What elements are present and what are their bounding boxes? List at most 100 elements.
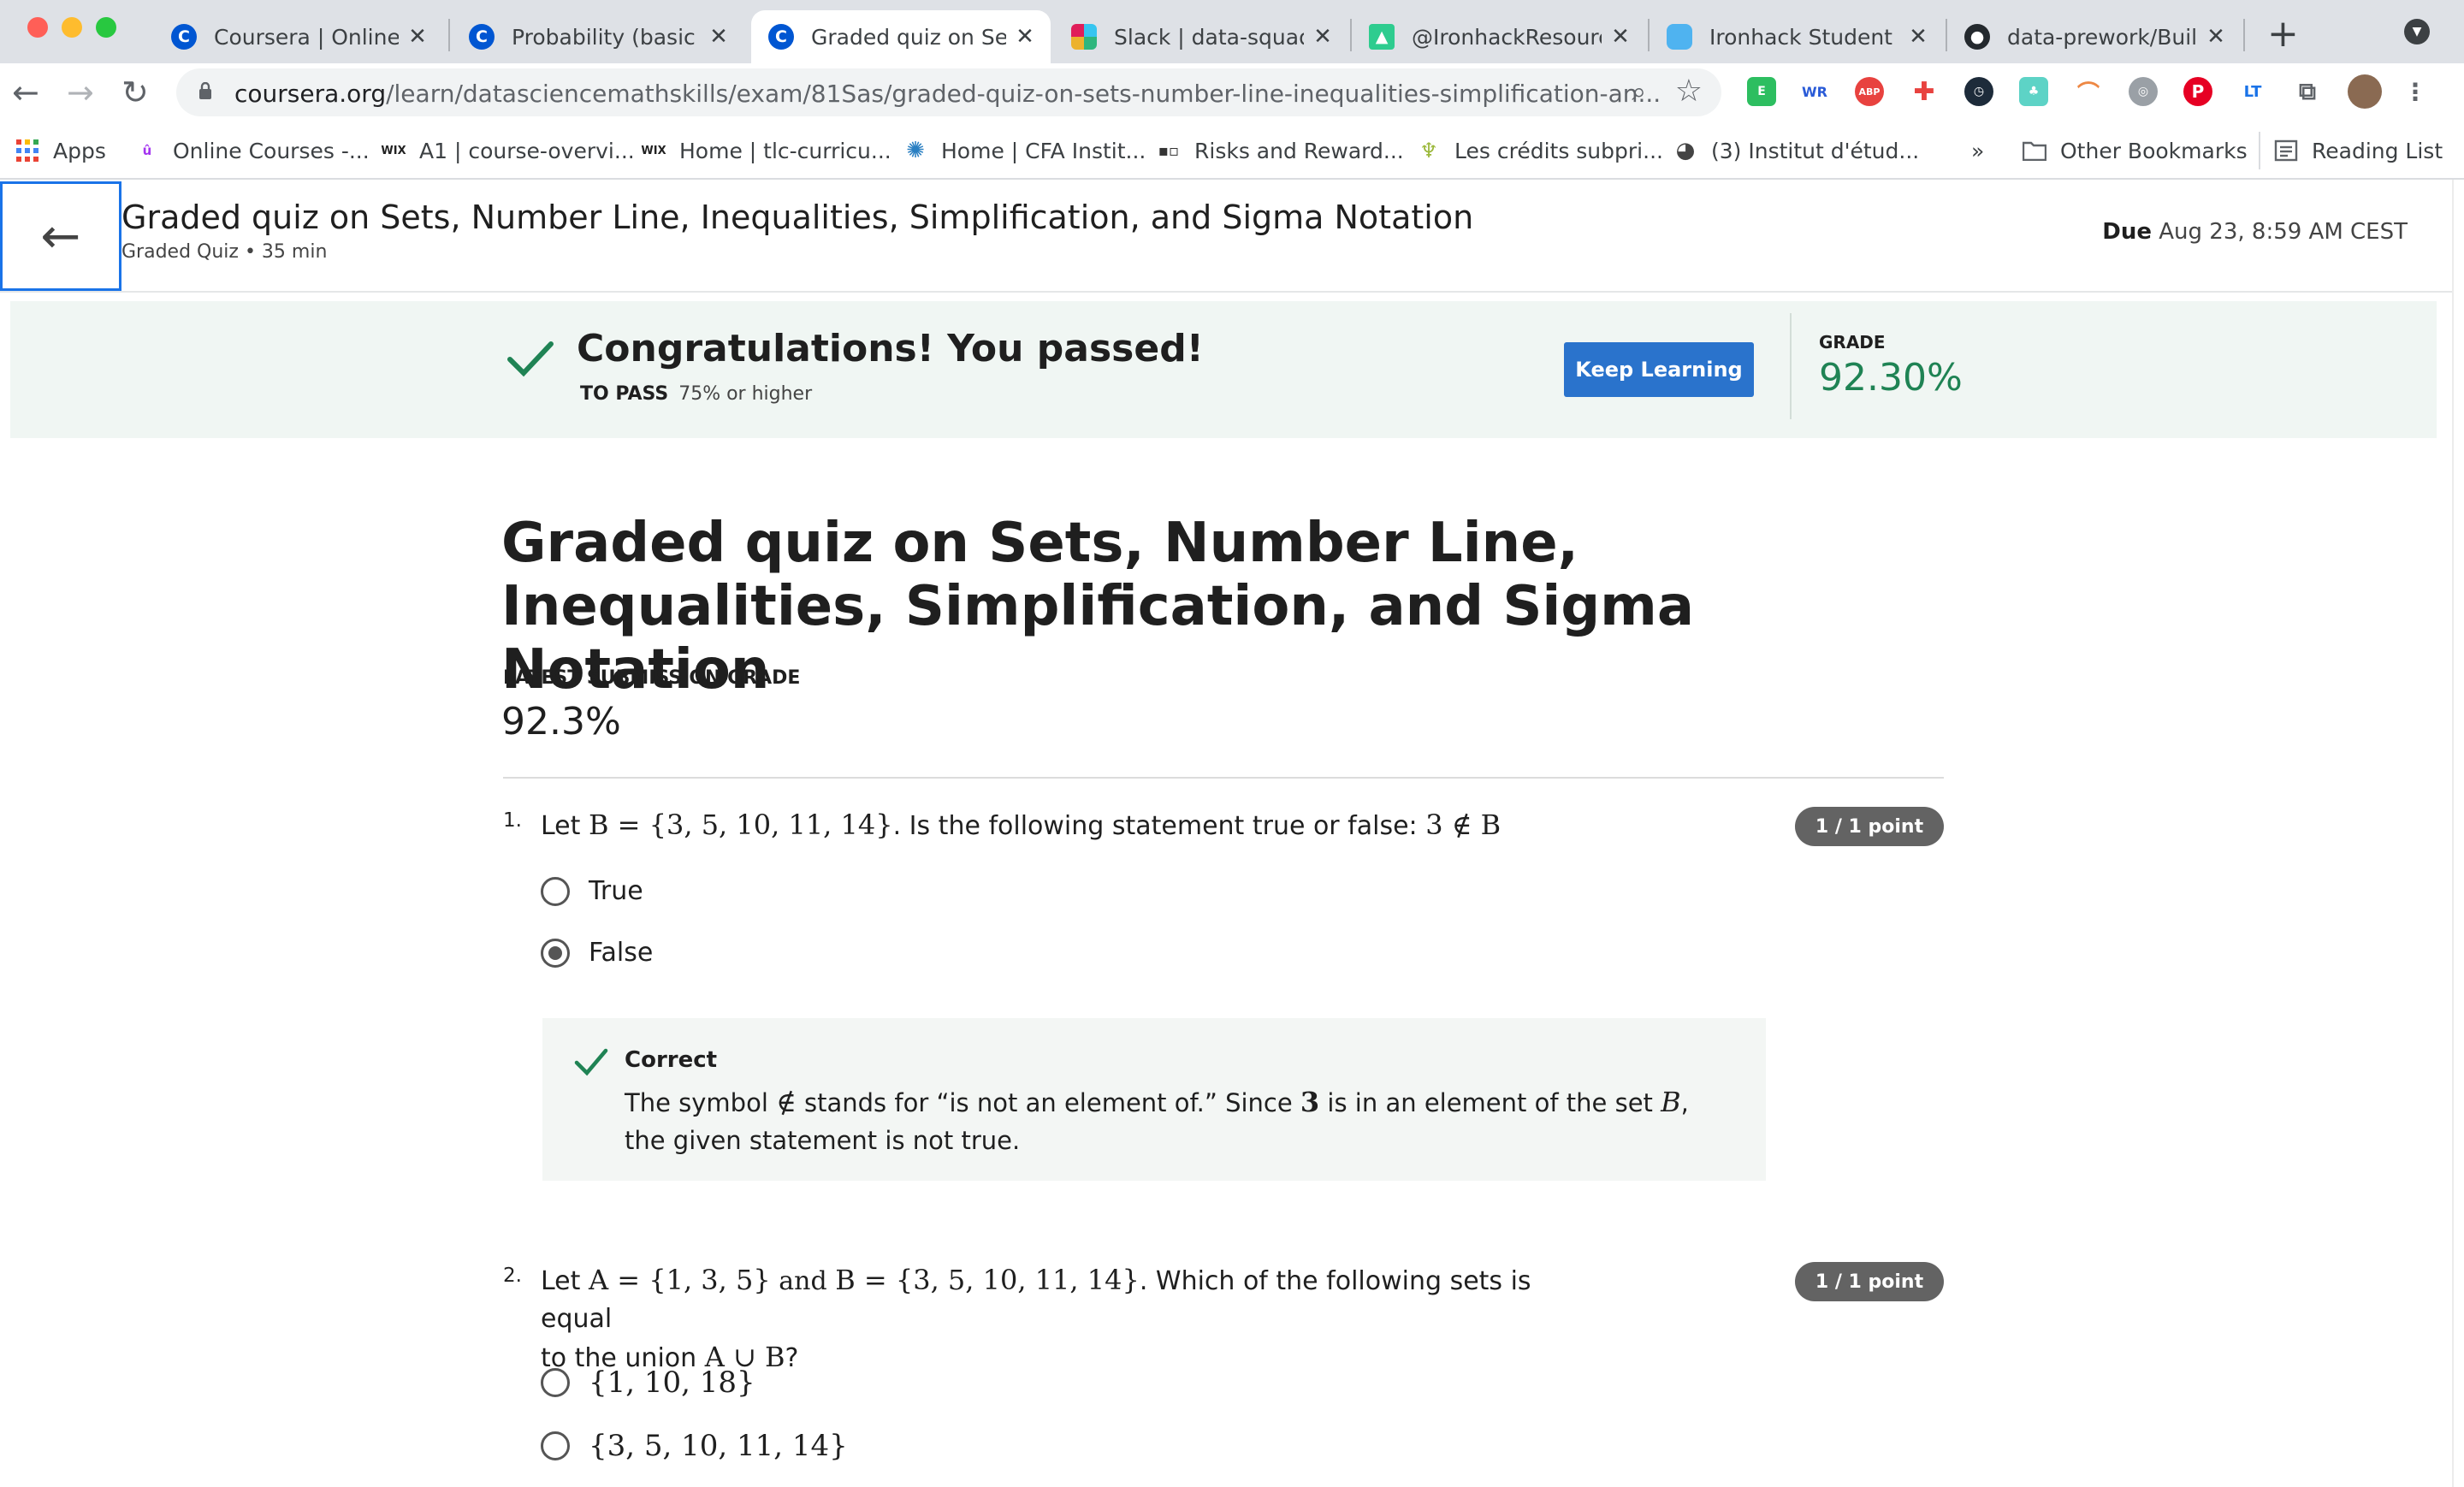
- bookmark-label: Home | tlc-curricu...: [679, 138, 891, 163]
- bookmark-item[interactable]: ▪▫ Risks and Reward...: [1157, 132, 1404, 169]
- clock-icon[interactable]: ◷: [1964, 77, 1993, 106]
- compass-icon[interactable]: ◎: [2129, 77, 2158, 106]
- back-button[interactable]: ←: [0, 181, 121, 291]
- apps-grid-icon: [15, 139, 39, 163]
- reload-icon[interactable]: ↻: [121, 74, 149, 111]
- page-scrollbar[interactable]: [2452, 180, 2464, 1487]
- wr-extension-icon[interactable]: WR: [1800, 77, 1829, 106]
- header-title: Graded quiz on Sets, Number Line, Inequa…: [121, 198, 1474, 236]
- reading-list-icon: [2274, 139, 2298, 163]
- evernote-icon[interactable]: E: [1747, 77, 1776, 106]
- udemy-icon: û: [142, 143, 152, 158]
- bookmark-apps[interactable]: Apps: [15, 132, 106, 169]
- due-date: Due Aug 23, 8:59 AM CEST: [2102, 219, 2408, 245]
- option-label: {3, 5, 10, 11, 14}: [589, 1429, 848, 1463]
- browser-tab-active[interactable]: C Graded quiz on Set ✕: [751, 10, 1051, 63]
- close-tab-icon[interactable]: ✕: [1908, 24, 1928, 50]
- lock-icon: [199, 82, 211, 99]
- url-path: /learn/datasciencemathskills/exam/81Sas/…: [386, 80, 1661, 108]
- tab-search-icon[interactable]: ▼: [2404, 19, 2430, 44]
- bookmark-label: A1 | course-overvi...: [419, 138, 635, 163]
- bookmark-star-icon[interactable]: ☆: [1675, 74, 1703, 109]
- close-window-button[interactable]: [27, 17, 48, 38]
- radio-button[interactable]: [541, 1431, 570, 1460]
- question-number: 2.: [503, 1265, 522, 1287]
- bookmark-label: Other Bookmarks: [2060, 138, 2248, 163]
- wix-icon: WIX: [381, 144, 406, 157]
- address-bar[interactable]: coursera.org/learn/datasciencemathskills…: [176, 68, 1721, 116]
- zoom-magnifier-icon[interactable]: ⌕: [1632, 77, 1646, 107]
- url-text: coursera.org/learn/datasciencemathskills…: [234, 80, 1766, 108]
- bookmark-item[interactable]: WIX Home | tlc-curricu...: [641, 132, 891, 169]
- avatar[interactable]: [2348, 74, 2382, 109]
- tab-separator: [2243, 19, 2245, 51]
- kebab-menu-icon[interactable]: ⋮: [2401, 77, 2430, 106]
- browser-tab[interactable]: ▲ @IronhackResource ✕: [1352, 10, 1646, 63]
- to-pass-value: 75% or higher: [678, 383, 813, 405]
- feedback-label: Correct: [625, 1047, 718, 1073]
- latest-grade-value: 92.3%: [501, 700, 621, 744]
- bookmark-item[interactable]: ♆ Les crédits subpri...: [1417, 132, 1663, 169]
- close-tab-icon[interactable]: ✕: [1610, 24, 1631, 50]
- bookmark-label: Online Courses -...: [173, 138, 370, 163]
- reading-list[interactable]: Reading List: [2259, 132, 2443, 169]
- close-tab-icon[interactable]: ✕: [407, 24, 428, 50]
- browser-tab[interactable]: Ironhack Student P ✕: [1650, 10, 1944, 63]
- globe-icon: ◕: [1675, 138, 1696, 163]
- close-tab-icon[interactable]: ✕: [1015, 24, 1035, 50]
- close-tab-icon[interactable]: ✕: [1312, 24, 1333, 50]
- bookmark-item[interactable]: û Online Courses -...: [135, 132, 370, 169]
- answer-option[interactable]: {3, 5, 10, 11, 14}: [541, 1429, 848, 1463]
- question-text-part: Let: [541, 811, 589, 841]
- adblock-icon[interactable]: ABP: [1855, 77, 1884, 106]
- points-badge: 1 / 1 point: [1795, 1262, 1944, 1301]
- overflow-chevron-icon: »: [1971, 138, 1985, 163]
- radio-button[interactable]: [541, 1368, 570, 1397]
- option-label: {1, 10, 18}: [589, 1366, 755, 1400]
- banner-divider: [1790, 313, 1792, 419]
- other-bookmarks[interactable]: Other Bookmarks: [2023, 132, 2248, 169]
- medical-cross-icon[interactable]: ✚: [1910, 77, 1939, 107]
- github-icon: ●: [1964, 24, 1990, 50]
- browser-tab[interactable]: Slack | data-squad- ✕: [1054, 10, 1348, 63]
- bookmarks-bar: Apps û Online Courses -... WIX A1 | cour…: [0, 121, 2464, 180]
- new-tab-button[interactable]: +: [2267, 12, 2299, 56]
- math-expression: 3: [1300, 1086, 1320, 1118]
- tab-title: Ironhack Student P: [1709, 24, 1899, 50]
- rainbow-icon[interactable]: ⌒: [2074, 77, 2103, 107]
- close-tab-icon[interactable]: ✕: [708, 24, 729, 50]
- answer-option[interactable]: True: [541, 876, 643, 906]
- grade-label: GRADE: [1819, 332, 1886, 352]
- zoom-window-button[interactable]: [96, 17, 116, 38]
- coursera-icon: C: [469, 24, 495, 50]
- browser-tab[interactable]: ● data-prework/Build ✕: [1947, 10, 2242, 63]
- folder-icon: [2023, 139, 2046, 163]
- cfa-icon: ✺: [906, 138, 925, 163]
- answer-option-selected[interactable]: False: [541, 938, 653, 968]
- radio-button[interactable]: [541, 876, 570, 906]
- browser-tab[interactable]: C Coursera | Online C ✕: [154, 10, 443, 63]
- minimize-window-button[interactable]: [62, 17, 82, 38]
- pinterest-icon[interactable]: P: [2183, 77, 2212, 106]
- forward-arrow-icon[interactable]: →: [67, 74, 94, 111]
- close-tab-icon[interactable]: ✕: [2206, 24, 2226, 50]
- bookmarks-overflow-button[interactable]: »: [1971, 132, 1984, 169]
- back-arrow-icon[interactable]: ←: [12, 74, 39, 111]
- math-expression: B = {3, 5, 10, 11, 14}: [835, 1264, 1140, 1296]
- feedback-text-part: stands for “is not an element of.” Since: [796, 1088, 1300, 1117]
- browser-tab[interactable]: C Probability (basic a ✕: [452, 10, 744, 63]
- bookmark-item[interactable]: ✺ Home | CFA Instit...: [903, 132, 1146, 169]
- languagetool-icon[interactable]: LT: [2238, 77, 2267, 106]
- keep-learning-button[interactable]: Keep Learning: [1564, 342, 1754, 397]
- bookmark-label: Les crédits subpri...: [1454, 138, 1663, 163]
- divider: [503, 777, 1944, 779]
- answer-option[interactable]: {1, 10, 18}: [541, 1366, 755, 1400]
- pass-banner: Congratulations! You passed! TO PASS 75% …: [10, 301, 2437, 438]
- bookmark-item[interactable]: WIX A1 | course-overvi...: [381, 132, 635, 169]
- puzzle-icon[interactable]: ⧉: [2293, 77, 2322, 106]
- question-text: Let B = {3, 5, 10, 11, 14}. Is the follo…: [541, 806, 1501, 845]
- bookmark-item[interactable]: ◕ (3) Institut d'étud...: [1673, 132, 1920, 169]
- question-text: Let A = {1, 3, 5} and B = {3, 5, 10, 11,…: [541, 1261, 1533, 1377]
- tree-extension-icon[interactable]: ♣: [2019, 77, 2048, 106]
- radio-button-selected[interactable]: [541, 938, 570, 968]
